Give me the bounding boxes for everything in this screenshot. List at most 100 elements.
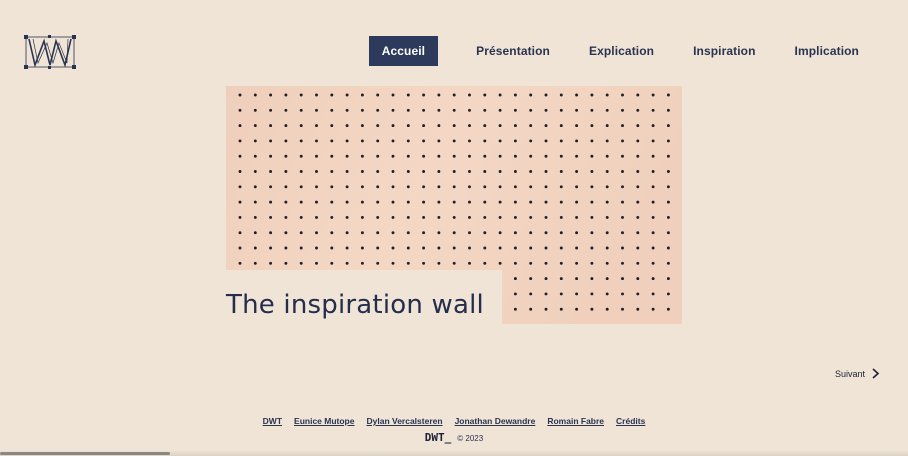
peg-hole: [391, 93, 395, 97]
peg-hole: [575, 185, 579, 189]
peg-hole: [299, 93, 303, 97]
peg-hole: [406, 246, 410, 250]
peg-hole: [315, 108, 318, 112]
page: Accueil Présentation Explication Inspira…: [0, 0, 908, 456]
peg-hole: [315, 139, 318, 143]
peg-hole: [468, 261, 471, 265]
peg-hole: [544, 292, 548, 296]
next-button[interactable]: Suivant: [835, 368, 880, 379]
peg-hole: [315, 215, 318, 219]
peg-hole: [422, 170, 426, 173]
peg-hole: [391, 154, 395, 158]
footer-link-jonathan-dewandre[interactable]: Jonathan Dewandre: [455, 416, 536, 426]
peg-hole: [437, 261, 441, 265]
nav-item-presentation[interactable]: Présentation: [463, 36, 563, 66]
peg-hole: [559, 139, 563, 143]
peg-hole: [621, 108, 624, 112]
peg-hole: [345, 215, 349, 219]
peg-hole: [452, 154, 456, 158]
peg-hole: [544, 246, 548, 250]
peg-hole: [391, 261, 395, 265]
peg-hole: [360, 246, 364, 250]
peg-hole: [284, 185, 288, 189]
peg-hole: [605, 261, 609, 265]
peg-hole: [422, 124, 426, 128]
peg-hole: [529, 108, 533, 112]
peg-hole: [575, 200, 579, 204]
peg-hole: [253, 108, 257, 112]
footer-link-credits[interactable]: Crédits: [616, 416, 645, 426]
peg-hole: [406, 139, 410, 143]
peg-hole: [422, 231, 426, 235]
peg-hole: [605, 231, 609, 235]
peg-hole: [621, 261, 624, 265]
peg-hole: [330, 124, 334, 128]
peg-hole: [513, 185, 517, 189]
peg-hole: [651, 231, 655, 235]
footer-link-eunice-mutope[interactable]: Eunice Mutope: [294, 416, 354, 426]
peg-hole: [636, 307, 640, 311]
peg-hole: [284, 215, 288, 219]
peg-hole: [422, 246, 426, 250]
peg-hole: [406, 108, 410, 112]
peg-hole: [651, 246, 655, 250]
next-label: Suivant: [834, 368, 865, 379]
peg-hole: [452, 108, 456, 112]
nav-item-accueil[interactable]: Accueil: [368, 36, 439, 66]
peg-hole: [605, 277, 609, 281]
peg-hole: [559, 170, 563, 173]
peg-hole: [468, 108, 471, 112]
peg-hole: [605, 185, 609, 189]
peg-hole: [238, 246, 242, 250]
footer-link-dwt[interactable]: DWT: [263, 416, 282, 426]
peg-hole: [513, 93, 517, 97]
peg-hole: [513, 139, 517, 143]
peg-hole: [575, 231, 579, 235]
peg-hole: [360, 170, 364, 173]
peg-hole: [498, 215, 502, 219]
peg-hole: [452, 170, 456, 173]
peg-hole: [666, 139, 670, 143]
nav-item-explication[interactable]: Explication: [576, 36, 667, 66]
peg-hole: [452, 261, 456, 265]
footer-link-romain-fabre[interactable]: Romain Fabre: [547, 416, 604, 426]
peg-hole: [406, 231, 410, 235]
peg-hole: [422, 185, 426, 189]
peg-hole: [299, 200, 303, 204]
nav-item-implication[interactable]: Implication: [782, 36, 872, 66]
peg-hole: [437, 108, 441, 112]
peg-hole: [391, 108, 395, 112]
nav-item-inspiration[interactable]: Inspiration: [680, 36, 768, 66]
horizontal-scrollbar[interactable]: [0, 452, 170, 455]
peg-hole: [605, 124, 609, 128]
peg-hole: [238, 185, 242, 189]
peg-hole: [422, 108, 426, 112]
peg-hole: [636, 154, 640, 158]
peg-hole: [238, 154, 242, 158]
peg-hole: [376, 154, 380, 158]
peg-hole: [406, 185, 410, 189]
peg-hole: [468, 215, 471, 219]
peg-hole: [299, 246, 303, 250]
peg-hole: [391, 231, 395, 235]
peg-hole: [406, 170, 410, 173]
peg-hole: [651, 108, 655, 112]
dwt-logo-icon[interactable]: [24, 35, 76, 69]
peg-hole: [544, 215, 548, 219]
peg-hole: [575, 93, 579, 97]
peg-hole: [299, 170, 303, 173]
peg-hole: [544, 139, 548, 143]
peg-hole: [391, 246, 395, 250]
footer-link-dylan-vercalsteren[interactable]: Dylan Vercalsteren: [366, 416, 442, 426]
peg-hole: [269, 261, 273, 265]
peg-hole: [544, 170, 548, 173]
peg-hole: [468, 139, 471, 143]
peg-hole: [559, 277, 563, 281]
peg-hole: [238, 124, 242, 128]
peg-hole: [590, 124, 594, 128]
peg-hole: [529, 185, 533, 189]
peg-hole: [636, 185, 640, 189]
peg-hole: [483, 154, 487, 158]
peg-hole: [651, 292, 655, 296]
peg-hole: [513, 200, 517, 204]
